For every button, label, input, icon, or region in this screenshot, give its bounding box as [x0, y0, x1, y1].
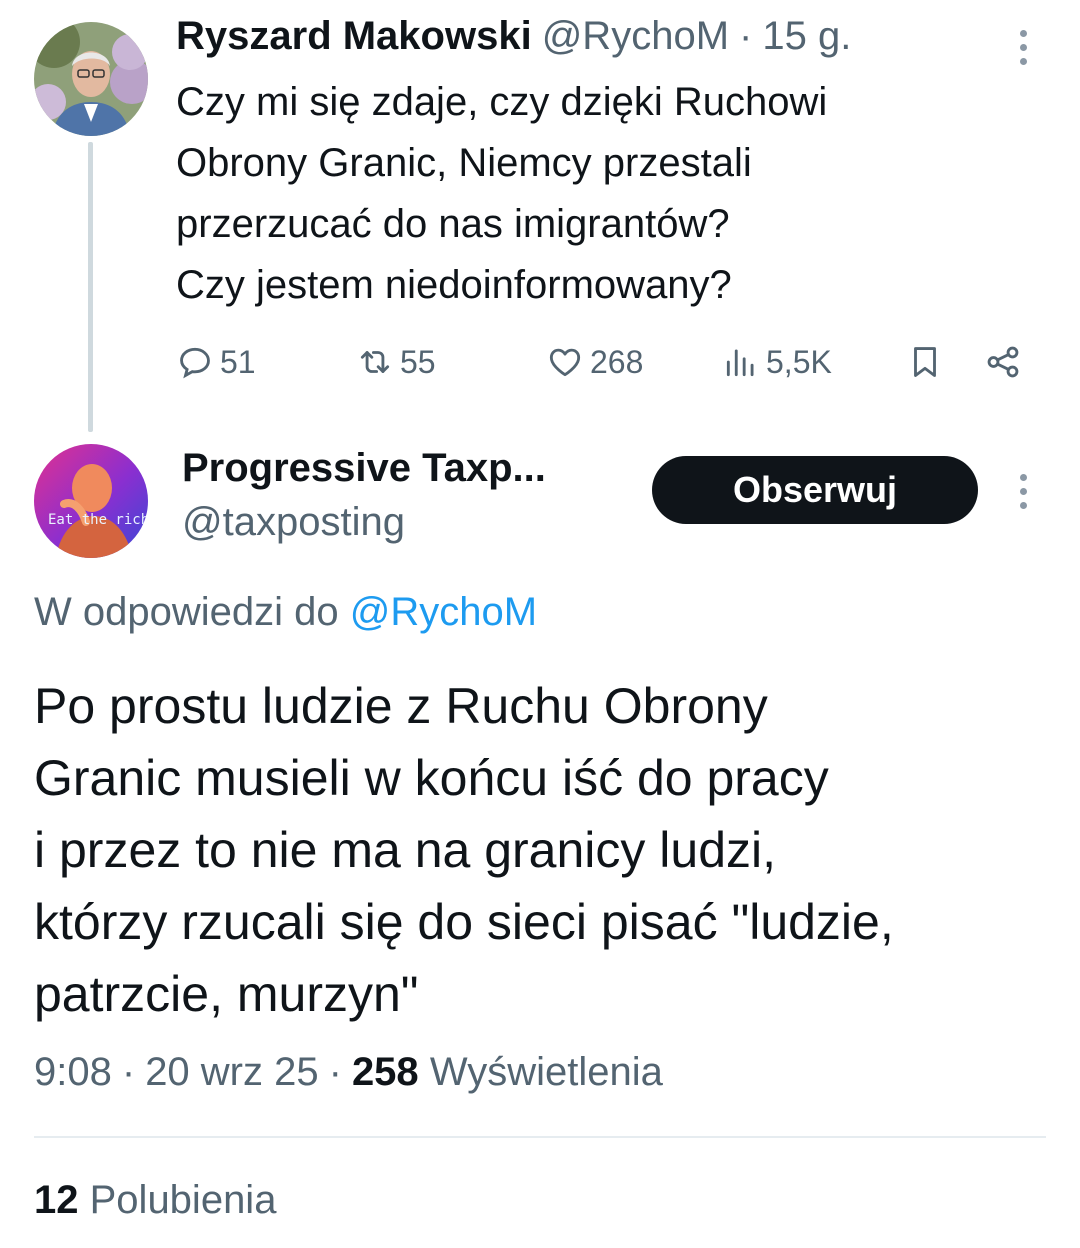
- tweet-meta: 9:08 · 20 wrz 25 · 258 Wyświetlenia: [34, 1050, 663, 1095]
- parent-tweet-line: Obrony Granic, Niemcy przestali: [176, 141, 752, 185]
- avatar-caption: Eat the rich: [48, 512, 148, 528]
- retweet-action[interactable]: 55: [356, 340, 436, 384]
- tweet-date[interactable]: 20 wrz 25: [145, 1050, 318, 1095]
- parent-tweet-line: Czy mi się zdaje, czy dzięki Ruchowi: [176, 80, 828, 124]
- replying-to: W odpowiedzi do @RychoM: [34, 590, 537, 635]
- parent-tweet-header: Ryszard Makowski @RychoM · 15 g.: [176, 14, 851, 70]
- reply-tweet-line: którzy rzucali się do sieci pisać "ludzi…: [34, 894, 894, 950]
- avatar-ryszard[interactable]: [34, 22, 148, 136]
- reply-more-options-icon[interactable]: [1018, 474, 1028, 509]
- follow-button[interactable]: Obserwuj: [652, 456, 978, 524]
- heart-icon: [549, 348, 581, 377]
- meta-separator: ·: [121, 1050, 136, 1094]
- like-count: 268: [590, 343, 644, 380]
- avatar-photo: [34, 22, 148, 136]
- divider: [34, 1136, 1046, 1138]
- reply-author-name[interactable]: Progressive Taxp...: [182, 446, 546, 491]
- avatar-image: [34, 444, 148, 558]
- parent-tweet-time[interactable]: 15 g.: [762, 14, 851, 59]
- reply-tweet-text: Po prostu ludzie z Ruchu Obrony Granic m…: [34, 670, 894, 1030]
- reply-count: 51: [220, 343, 256, 380]
- avatar-taxposting[interactable]: Eat the rich: [34, 444, 148, 558]
- parent-author-name[interactable]: Ryszard Makowski: [176, 14, 532, 59]
- parent-tweet-line: Czy jestem niedoinformowany?: [176, 263, 732, 307]
- retweet-icon: [360, 351, 390, 373]
- tweet-time[interactable]: 9:08: [34, 1050, 112, 1095]
- views-action[interactable]: 5,5K: [722, 340, 832, 384]
- reply-action[interactable]: 51: [176, 340, 256, 384]
- reply-icon: [180, 347, 210, 379]
- likes-summary[interactable]: 12 Polubienia: [34, 1178, 276, 1223]
- parent-tweet-text: Czy mi się zdaje, czy dzięki Ruchowi Obr…: [176, 72, 827, 316]
- parent-author-handle[interactable]: @RychoM: [542, 14, 729, 59]
- views-label: Wyświetlenia: [429, 1050, 663, 1094]
- replying-to-prefix: W odpowiedzi do: [34, 590, 339, 634]
- reply-tweet-line: patrzcie, murzyn": [34, 966, 419, 1022]
- reply-tweet-line: Granic musieli w końcu iść do pracy: [34, 750, 829, 806]
- meta-separator: ·: [328, 1050, 342, 1094]
- share-action[interactable]: [984, 340, 1022, 384]
- likes-label: Polubienia: [89, 1178, 277, 1222]
- reply-tweet-line: i przez to nie ma na granicy ludzi,: [34, 822, 777, 878]
- views-count: 5,5K: [766, 343, 832, 380]
- likes-total: 12: [34, 1178, 79, 1222]
- share-icon: [987, 346, 1019, 378]
- thread-connector-line: [88, 142, 93, 432]
- views-total: 258: [351, 1050, 419, 1094]
- bookmark-action[interactable]: [906, 340, 944, 384]
- views-chart-icon: [726, 349, 754, 377]
- like-action[interactable]: 268: [546, 340, 643, 384]
- reply-tweet-line: Po prostu ludzie z Ruchu Obrony: [34, 678, 768, 734]
- parent-tweet-line: przerzucać do nas imigrantów?: [176, 202, 730, 246]
- header-separator: ·: [739, 14, 753, 58]
- retweet-count: 55: [400, 343, 436, 380]
- parent-more-options-icon[interactable]: [1018, 30, 1028, 65]
- reply-author-handle[interactable]: @taxposting: [182, 500, 405, 545]
- replying-to-handle-link[interactable]: @RychoM: [350, 590, 537, 634]
- bookmark-icon: [914, 347, 936, 377]
